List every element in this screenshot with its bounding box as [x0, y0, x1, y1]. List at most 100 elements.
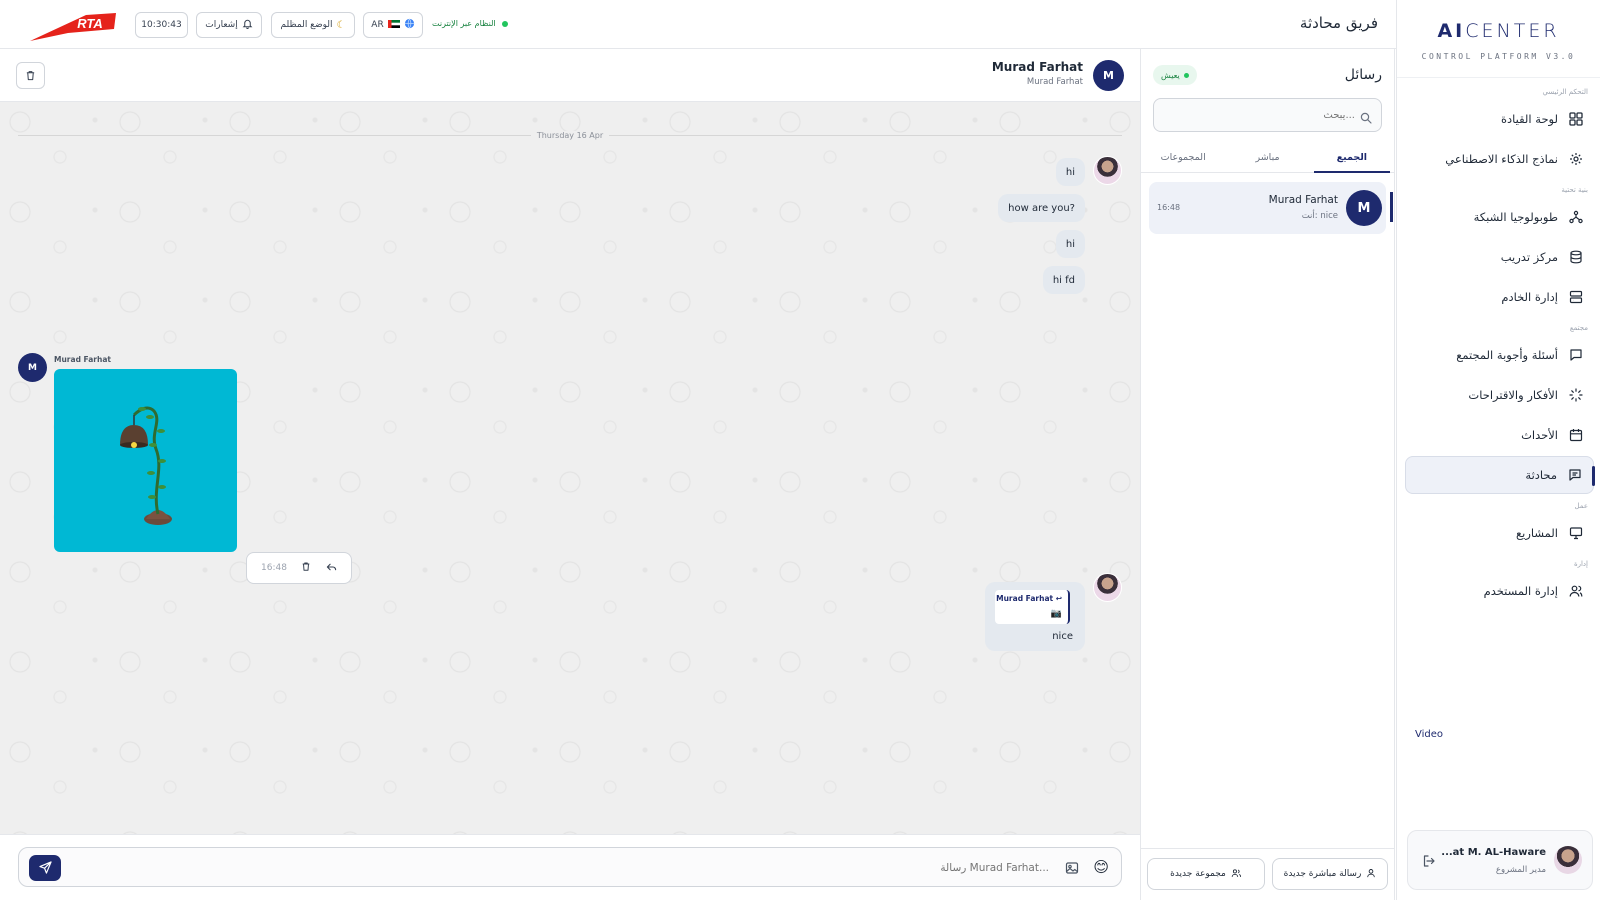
image-attach-icon[interactable]: [1065, 860, 1081, 876]
user-name: ...at M. AL-Haware: [1441, 847, 1546, 858]
quoted-sender: Murad Farhat ↩: [996, 594, 1062, 603]
dashboard-grid-icon: [1568, 111, 1584, 127]
sidebar-item-label: محادثة: [1525, 468, 1557, 482]
sidebar-item-server[interactable]: إدارة الخادم: [1405, 278, 1594, 316]
user-icon: [1366, 868, 1376, 881]
trash-icon: [25, 66, 36, 85]
calendar-icon: [1568, 427, 1584, 443]
nav-section-work: عمل: [1574, 502, 1588, 510]
live-dot-icon: [1183, 72, 1189, 78]
server-icon: [1568, 289, 1584, 305]
trash-icon[interactable]: [301, 561, 311, 575]
bell-icon: [242, 18, 253, 32]
sidebar-item-label: لوحة القيادة: [1500, 112, 1558, 126]
message-input[interactable]: [79, 858, 1049, 878]
dark-mode-label: الوضع المظلم: [280, 20, 333, 30]
message-actions: 16:48: [246, 552, 352, 584]
moon-icon: ☾: [336, 19, 346, 31]
sidebar-item-events[interactable]: الأحداث: [1405, 416, 1594, 454]
quoted-message[interactable]: Murad Farhat ↩ 📷: [995, 590, 1070, 624]
system-status-label: النظام عبر الإنترنت: [432, 19, 496, 28]
message-sender: Murad Farhat: [54, 355, 111, 364]
system-status: النظام عبر الإنترنت: [432, 19, 508, 28]
video-label[interactable]: Video: [1415, 729, 1443, 740]
message-bubble[interactable]: hi fd: [1042, 266, 1085, 294]
uae-flag-icon: [387, 19, 400, 31]
sidebar-item-label: نماذج الذكاء الاصطناعي: [1445, 152, 1558, 166]
user-profile-card[interactable]: ...at M. AL-Haware مدير المشروع: [1407, 830, 1593, 890]
tab-direct[interactable]: مباشر: [1225, 142, 1309, 172]
database-icon: [1568, 249, 1584, 265]
sidebar-item-users[interactable]: إدارة المستخدم: [1405, 572, 1594, 610]
reply-icon[interactable]: [326, 562, 337, 575]
message-composer: 😊: [18, 847, 1122, 887]
sidebar-item-label: الأحداث: [1521, 428, 1558, 442]
sidebar-item-network[interactable]: طوبولوجيا الشبكة: [1405, 198, 1594, 236]
conversation-search[interactable]: [1153, 98, 1382, 132]
send-icon: [38, 859, 52, 878]
user-role: مدير المشروع: [1495, 865, 1546, 875]
sidebar-item-label: إدارة الخادم: [1501, 290, 1558, 304]
sidebar-item-label: مركز تدريب: [1500, 250, 1558, 264]
notifications-button[interactable]: إشعارات: [196, 12, 262, 38]
reply-text: nice: [1052, 631, 1073, 642]
conversation-tabs: الجميع مباشر المجموعات: [1141, 142, 1394, 173]
search-input[interactable]: [1162, 105, 1355, 125]
date-label: Thursday 16 Apr: [0, 131, 1140, 140]
conversations-footer: رسالة مباشرة جديدة مجموعة جديدة: [1141, 848, 1394, 900]
brand-name: AICENTER: [1437, 20, 1560, 42]
loader-icon: [1568, 387, 1584, 403]
search-icon: [1360, 109, 1373, 124]
message-bubble[interactable]: hi: [1055, 230, 1085, 258]
sidebar-item-ideas[interactable]: الأفكار والاقتراحات: [1405, 376, 1594, 414]
svg-text:RTA: RTA: [77, 16, 103, 31]
sidebar-item-projects[interactable]: المشاريع: [1405, 514, 1594, 552]
language-code: AR: [371, 20, 384, 30]
sidebar-item-label: أسئلة وأجوبة المجتمع: [1456, 348, 1558, 362]
tab-all[interactable]: الجميع: [1310, 142, 1394, 173]
new-group-button[interactable]: مجموعة جديدة: [1147, 858, 1265, 890]
tab-groups[interactable]: المجموعات: [1141, 142, 1225, 172]
avatar: [1554, 846, 1582, 874]
message-list[interactable]: Thursday 16 Apr hi how are you? hi hi fd…: [0, 102, 1140, 834]
ai-sparkle-icon: [1568, 151, 1584, 167]
notifications-label: إشعارات: [205, 20, 238, 30]
message-icon: [1567, 467, 1583, 483]
sidebar-item-training[interactable]: مركز تدريب: [1405, 238, 1594, 276]
sidebar-item-chat[interactable]: محادثة: [1405, 456, 1595, 494]
sidebar-item-dashboard[interactable]: لوحة القيادة: [1405, 100, 1594, 138]
image-message[interactable]: [54, 369, 237, 552]
list-item[interactable]: M Murad Farhat أنت: nice 16:48: [1149, 182, 1393, 234]
online-dot-icon: [501, 20, 508, 27]
conversation-preview: أنت: nice: [1301, 211, 1338, 221]
chat-contact-subtitle: Murad Farhat: [1026, 77, 1083, 87]
nav-section-admin: إدارة: [1573, 560, 1588, 568]
dark-mode-button[interactable]: الوضع المظلم ☾: [271, 12, 355, 38]
sidebar-item-label: الأفكار والاقتراحات: [1468, 388, 1558, 402]
sidebar-item-qa[interactable]: أسئلة وأجوبة المجتمع: [1405, 336, 1594, 374]
sidebar-item-ai-models[interactable]: نماذج الذكاء الاصطناعي: [1405, 140, 1594, 178]
conversations-panel: رسائل يعيش الجميع مباشر المجموعات M Mura…: [1140, 49, 1395, 900]
language-button[interactable]: AR: [363, 12, 423, 38]
status-badge: يعيش: [1153, 65, 1197, 85]
chat-contact-name: Murad Farhat: [991, 60, 1083, 74]
new-group-label: مجموعة جديدة: [1170, 869, 1226, 879]
emoji-button[interactable]: 😊: [1093, 858, 1109, 876]
avatar: M: [18, 353, 47, 382]
sidebar-item-label: طوبولوجيا الشبكة: [1473, 210, 1558, 224]
delete-chat-button[interactable]: [16, 62, 45, 89]
new-direct-message-button[interactable]: رسالة مباشرة جديدة: [1272, 858, 1388, 890]
message-bubble[interactable]: hi: [1055, 158, 1085, 186]
message-bubble[interactable]: how are you?: [998, 194, 1085, 222]
chat-area: M Murad Farhat Murad Farhat Thursday 16 …: [0, 49, 1140, 900]
users-icon: [1231, 868, 1242, 881]
reply-message-bubble[interactable]: Murad Farhat ↩ 📷 nice: [985, 582, 1085, 651]
globe-icon: [404, 18, 415, 32]
logout-icon[interactable]: [1422, 853, 1438, 869]
avatar[interactable]: M: [1093, 60, 1124, 91]
send-button[interactable]: [29, 855, 61, 881]
top-header: فريق محادثة RTA 10:30:43 إشعارات الوضع ا…: [0, 0, 1396, 49]
camera-icon: 📷: [1050, 609, 1062, 619]
message-time: 16:48: [261, 563, 287, 573]
nav-section-community: مجتمع: [1569, 324, 1588, 332]
